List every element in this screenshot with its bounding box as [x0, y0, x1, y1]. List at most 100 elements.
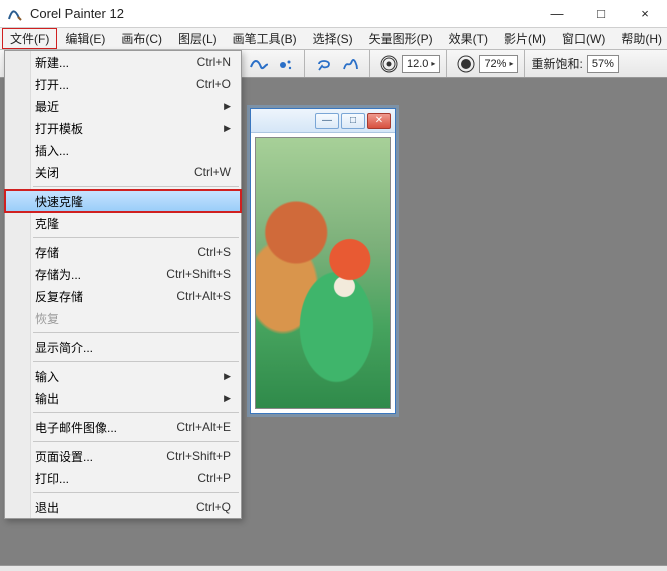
maximize-button[interactable]: □ — [579, 0, 623, 27]
menu-item-recent[interactable]: 最近 ▶ — [5, 95, 241, 117]
brush-shape-group — [240, 50, 305, 77]
menu-item-label: 存储为... — [35, 266, 166, 283]
opacity-input[interactable]: 72%▸ — [479, 55, 518, 73]
menu-separator — [33, 332, 239, 333]
menu-item-quick-clone[interactable]: 快速克隆 — [5, 190, 241, 212]
status-bar — [0, 565, 667, 571]
brush-size-value: 12.0 — [407, 58, 428, 70]
opacity-icon[interactable] — [457, 55, 475, 73]
chevron-down-icon[interactable]: ▸ — [509, 59, 513, 68]
freehand-icon[interactable] — [341, 55, 359, 73]
menu-item-open[interactable]: 打开... Ctrl+O — [5, 73, 241, 95]
menu-item-shortcut: Ctrl+Q — [196, 500, 231, 514]
menu-item-shortcut: Ctrl+O — [196, 77, 231, 91]
brush-size-group: 12.0▸ — [370, 50, 447, 77]
menu-item-label: 反复存储 — [35, 288, 176, 305]
brush-size-icon[interactable] — [380, 55, 398, 73]
menu-item-label: 插入... — [35, 142, 231, 159]
menu-item-label: 恢复 — [35, 310, 231, 327]
app-icon — [6, 5, 24, 23]
menu-item-shortcut: Ctrl+Alt+E — [176, 420, 231, 434]
menu-item-page-setup[interactable]: 页面设置... Ctrl+Shift+P — [5, 445, 241, 467]
menu-edit[interactable]: 编辑(E) — [57, 28, 113, 49]
menu-item-save-as[interactable]: 存储为... Ctrl+Shift+S — [5, 263, 241, 285]
chevron-down-icon[interactable]: ▸ — [431, 59, 435, 68]
menu-window[interactable]: 窗口(W) — [554, 28, 613, 49]
menu-separator — [33, 237, 239, 238]
doc-close-button[interactable]: ✕ — [367, 113, 391, 129]
submenu-arrow-icon: ▶ — [224, 393, 231, 404]
menu-help[interactable]: 帮助(H) — [613, 28, 667, 49]
menu-item-revert: 恢复 — [5, 307, 241, 329]
lasso-group — [305, 50, 370, 77]
menu-item-label: 克隆 — [35, 215, 231, 232]
resat-input[interactable]: 57% — [587, 55, 619, 73]
menu-item-clone[interactable]: 克隆 — [5, 212, 241, 234]
menu-separator — [33, 361, 239, 362]
menu-brush[interactable]: 画笔工具(B) — [225, 28, 305, 49]
menu-item-print[interactable]: 打印... Ctrl+P — [5, 467, 241, 489]
menu-item-shortcut: Ctrl+N — [197, 55, 231, 69]
opacity-value: 72% — [484, 58, 506, 70]
menu-layer[interactable]: 图层(L) — [170, 28, 225, 49]
submenu-arrow-icon: ▶ — [224, 123, 231, 134]
menu-item-insert[interactable]: 插入... — [5, 139, 241, 161]
close-button[interactable]: × — [623, 0, 667, 27]
menu-item-label: 最近 — [35, 98, 224, 115]
menu-item-label: 新建... — [35, 54, 197, 71]
doc-maximize-button[interactable]: □ — [341, 113, 365, 129]
menu-item-exit[interactable]: 退出 Ctrl+Q — [5, 496, 241, 518]
brush-size-input[interactable]: 12.0▸ — [402, 55, 440, 73]
minimize-button[interactable]: — — [535, 0, 579, 27]
menu-item-shortcut: Ctrl+W — [194, 165, 231, 179]
menu-item-label: 打开模板 — [35, 120, 224, 137]
menu-item-save[interactable]: 存储 Ctrl+S — [5, 241, 241, 263]
menu-item-label: 打开... — [35, 76, 196, 93]
menu-item-label: 输入 — [35, 368, 224, 385]
document-window[interactable]: — □ ✕ — [250, 108, 396, 414]
menu-item-iterative-save[interactable]: 反复存储 Ctrl+Alt+S — [5, 285, 241, 307]
menu-item-label: 打印... — [35, 470, 197, 487]
menu-item-close[interactable]: 关闭 Ctrl+W — [5, 161, 241, 183]
window-controls: — □ × — [535, 0, 667, 27]
menu-item-import[interactable]: 输入 ▶ — [5, 365, 241, 387]
menu-item-label: 页面设置... — [35, 448, 166, 465]
menu-file[interactable]: 文件(F) — [2, 28, 57, 49]
menu-item-export[interactable]: 输出 ▶ — [5, 387, 241, 409]
menu-effect[interactable]: 效果(T) — [441, 28, 496, 49]
menu-item-shortcut: Ctrl+S — [197, 245, 231, 259]
file-menu-dropdown: 新建... Ctrl+N 打开... Ctrl+O 最近 ▶ 打开模板 ▶ 插入… — [4, 50, 242, 519]
doc-minimize-button[interactable]: — — [315, 113, 339, 129]
menu-separator — [33, 186, 239, 187]
resat-group: 重新饱和: 57% — [525, 50, 624, 77]
menu-separator — [33, 441, 239, 442]
app-title: Corel Painter 12 — [30, 6, 535, 21]
menu-item-new[interactable]: 新建... Ctrl+N — [5, 51, 241, 73]
wave-brush-icon[interactable] — [250, 55, 268, 73]
menu-vector[interactable]: 矢量图形(P) — [361, 28, 441, 49]
menu-separator — [33, 412, 239, 413]
menu-item-label: 输出 — [35, 390, 224, 407]
menu-movie[interactable]: 影片(M) — [496, 28, 554, 49]
menu-item-shortcut: Ctrl+Shift+S — [166, 267, 231, 281]
menu-item-shortcut: Ctrl+Alt+S — [176, 289, 231, 303]
menu-item-open-template[interactable]: 打开模板 ▶ — [5, 117, 241, 139]
menu-item-label: 退出 — [35, 499, 196, 516]
menu-item-label: 电子邮件图像... — [35, 419, 176, 436]
resat-value: 57% — [592, 58, 614, 70]
menu-canvas[interactable]: 画布(C) — [113, 28, 170, 49]
splash-brush-icon[interactable] — [276, 55, 294, 73]
menu-item-shortcut: Ctrl+Shift+P — [166, 449, 231, 463]
document-canvas[interactable] — [255, 137, 391, 409]
menu-item-label: 关闭 — [35, 164, 194, 181]
menu-separator — [33, 492, 239, 493]
menu-item-shortcut: Ctrl+P — [197, 471, 231, 485]
document-titlebar[interactable]: — □ ✕ — [251, 109, 395, 133]
submenu-arrow-icon: ▶ — [224, 101, 231, 112]
menu-item-show-info[interactable]: 显示简介... — [5, 336, 241, 358]
lasso-icon[interactable] — [315, 55, 333, 73]
opacity-group: 72%▸ — [447, 50, 525, 77]
menu-item-email-image[interactable]: 电子邮件图像... Ctrl+Alt+E — [5, 416, 241, 438]
menu-select[interactable]: 选择(S) — [305, 28, 361, 49]
resat-label: 重新饱和: — [531, 55, 582, 72]
